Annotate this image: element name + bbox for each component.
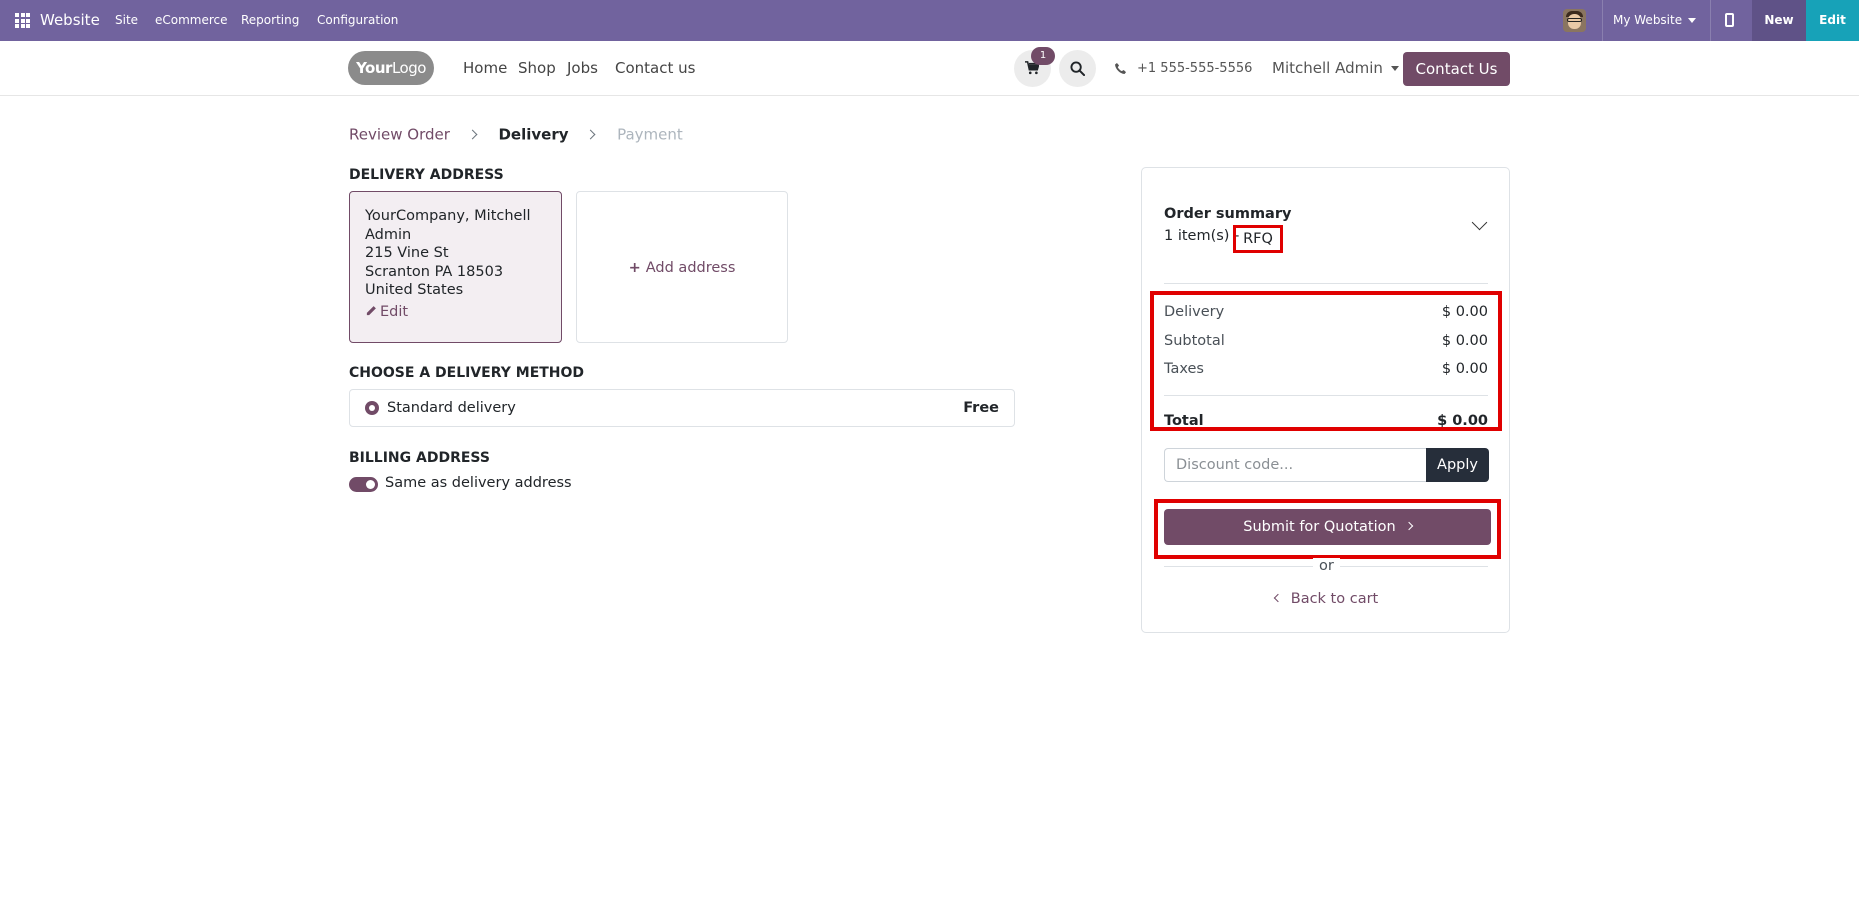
apply-discount-button[interactable]: Apply: [1426, 448, 1489, 482]
app-brand[interactable]: Website: [40, 11, 100, 29]
menu-site[interactable]: Site: [115, 13, 138, 27]
search-button[interactable]: [1059, 50, 1096, 87]
nav-jobs[interactable]: Jobs: [567, 59, 598, 77]
chevron-down-icon: [1688, 18, 1697, 23]
phone-number[interactable]: +1 555-555-5556: [1137, 61, 1252, 76]
chevron-right-icon: [585, 129, 596, 140]
address-street: 215 Vine St: [365, 245, 449, 261]
chevron-right-icon: [467, 129, 478, 140]
delivery-method-price: Free: [963, 400, 999, 416]
totals-divider: [1164, 395, 1488, 396]
same-as-delivery-label: Same as delivery address: [385, 475, 572, 491]
chevron-right-icon: [1404, 521, 1413, 531]
website-header: YourLogo Home Shop Jobs Contact us 1 +1 …: [0, 41, 1859, 96]
order-item-count: 1 item(s) -: [1164, 228, 1240, 244]
user-avatar[interactable]: [1563, 9, 1586, 32]
same-as-delivery-toggle[interactable]: [349, 477, 378, 492]
totals-highlight: Delivery $ 0.00 Subtotal $ 0.00 Taxes $ 0.0…: [1150, 291, 1502, 431]
submit-for-quotation-button[interactable]: Submit for Quotation: [1164, 509, 1491, 545]
add-address-label: Add address: [645, 260, 736, 276]
order-summary-panel: Order summary 1 item(s) - RFQ Delivery $ …: [1141, 167, 1510, 633]
address-country: United States: [365, 282, 464, 298]
website-selector[interactable]: My Website: [1613, 13, 1697, 27]
search-icon: [1070, 61, 1085, 76]
delivery-address-title: DELIVERY ADDRESS: [349, 167, 504, 183]
nav-shop[interactable]: Shop: [518, 59, 556, 77]
menu-reporting[interactable]: Reporting: [241, 13, 299, 27]
new-button[interactable]: New: [1752, 0, 1806, 41]
address-city: Scranton PA 18503: [365, 263, 504, 280]
summary-divider: [1164, 283, 1488, 284]
cart-count-badge: 1: [1031, 47, 1055, 65]
submit-highlight: Submit for Quotation: [1154, 499, 1501, 559]
apps-grid-icon[interactable]: [15, 13, 30, 28]
site-logo[interactable]: YourLogo: [348, 51, 434, 85]
delivery-method-name: Standard delivery: [387, 400, 516, 416]
user-menu[interactable]: Mitchell Admin: [1272, 59, 1399, 77]
pencil-icon: [366, 305, 376, 315]
subtotal-row: Subtotal $ 0.00: [1164, 333, 1488, 349]
add-address-card[interactable]: + Add address: [576, 191, 788, 343]
selected-address-card[interactable]: YourCompany, Mitchell Admin 215 Vine St S…: [349, 191, 562, 343]
chevron-down-icon: [1390, 66, 1399, 71]
or-label: or: [1313, 558, 1340, 574]
delivery-method-title: CHOOSE A DELIVERY METHOD: [349, 365, 585, 381]
edit-button[interactable]: Edit: [1806, 0, 1859, 41]
delivery-method-option[interactable]: Standard delivery Free: [349, 389, 1015, 427]
discount-code-input[interactable]: [1164, 448, 1426, 482]
order-summary-title: Order summary: [1164, 206, 1292, 222]
chevron-left-icon: [1273, 593, 1282, 603]
back-to-cart-link[interactable]: Back to cart: [1142, 591, 1511, 607]
nav-home[interactable]: Home: [463, 59, 507, 77]
total-row: Total $ 0.00: [1164, 413, 1488, 429]
breadcrumb-payment: Payment: [617, 125, 683, 144]
admin-topbar: Website Site eCommerce Reporting Configu…: [0, 0, 1859, 41]
menu-configuration[interactable]: Configuration: [317, 13, 398, 27]
delivery-row: Delivery $ 0.00: [1164, 304, 1488, 320]
edit-address-link[interactable]: Edit: [365, 303, 546, 322]
plus-icon: +: [628, 260, 641, 276]
phone-icon: [1115, 62, 1127, 74]
taxes-row: Taxes $ 0.00: [1164, 361, 1488, 377]
nav-contact-us[interactable]: Contact us: [615, 59, 695, 77]
menu-ecommerce[interactable]: eCommerce: [155, 13, 228, 27]
delivery-radio[interactable]: [365, 401, 379, 415]
address-name: YourCompany, Mitchell Admin: [365, 208, 531, 243]
breadcrumb-delivery: Delivery: [498, 125, 569, 144]
billing-address-title: BILLING ADDRESS: [349, 450, 490, 466]
rfq-badge: RFQ: [1233, 225, 1283, 253]
checkout-breadcrumb: Review Order Delivery Payment: [349, 125, 683, 144]
contact-us-button[interactable]: Contact Us: [1403, 52, 1510, 86]
breadcrumb-review-order[interactable]: Review Order: [349, 126, 450, 144]
chevron-down-icon[interactable]: [1471, 214, 1488, 231]
mobile-preview-icon[interactable]: [1725, 13, 1734, 27]
